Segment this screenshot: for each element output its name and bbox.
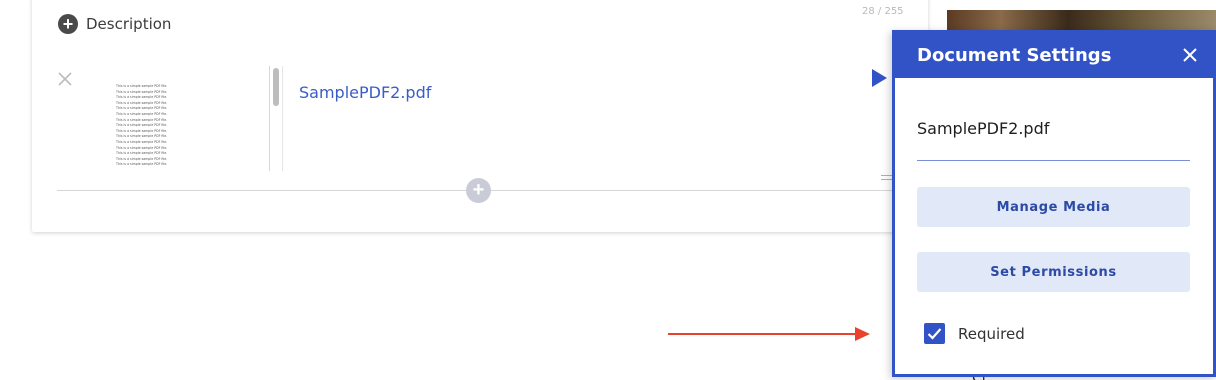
plus-circle-icon: + <box>58 14 78 34</box>
thumbnail-text-line: This is a simple sample PDF file. <box>116 128 168 133</box>
scrollbar-thumb[interactable] <box>273 68 279 106</box>
panel-divider <box>917 160 1190 161</box>
document-settings-panel: Document Settings SamplePDF2.pdf Manage … <box>892 30 1216 377</box>
thumbnail-text-line: This is a simple sample PDF file. <box>116 139 168 144</box>
thumbnail-text-line: This is a simple sample PDF file. <box>116 100 168 105</box>
required-label: Required <box>958 324 1025 343</box>
annotation-arrow-line <box>668 333 858 335</box>
annotation-arrow-head <box>855 327 870 341</box>
thumbnail-text-line: This is a simple sample PDF file. <box>116 111 168 116</box>
thumbnail-text-line: This is a simple sample PDF file. <box>116 151 168 156</box>
thumbnail-text-line: This is a simple sample PDF file. <box>116 123 168 128</box>
thumbnail-text-line: This is a simple sample PDF file. <box>116 84 168 88</box>
thumbnail-text-line: This is a simple sample PDF file. <box>116 106 168 111</box>
close-icon[interactable] <box>1182 47 1198 63</box>
required-checkbox[interactable] <box>924 323 945 344</box>
thumbnail-text-line: This is a simple sample PDF file. <box>116 162 168 167</box>
panel-title: Document Settings <box>917 45 1112 66</box>
thumbnail-text-line: This is a simple sample PDF file. <box>116 117 168 122</box>
document-link[interactable]: SamplePDF2.pdf <box>299 83 431 102</box>
set-permissions-button[interactable]: Set Permissions <box>917 252 1190 292</box>
add-description-button[interactable]: + Description <box>58 14 171 34</box>
manage-media-button[interactable]: Manage Media <box>917 187 1190 227</box>
thumbnail-text-line: This is a simple sample PDF file. <box>116 145 168 150</box>
thumbnail-text-line: This is a simple sample PDF file. <box>116 156 168 161</box>
play-icon[interactable] <box>872 69 887 87</box>
thumbnail-scrollbar[interactable] <box>269 66 283 171</box>
panel-header: Document Settings <box>895 33 1213 78</box>
add-circle-icon[interactable]: + <box>466 178 491 203</box>
document-name: SamplePDF2.pdf <box>917 119 1050 138</box>
required-toggle[interactable]: Required <box>924 323 1025 344</box>
thumbnail-text-line: This is a simple sample PDF file. <box>116 89 168 94</box>
checkmark-icon <box>927 328 942 340</box>
thumbnail-text-line: This is a simple sample PDF file. <box>116 95 168 100</box>
pdf-thumbnail[interactable]: This is a simple sample PDF file. This is… <box>116 84 168 171</box>
remove-document-icon[interactable] <box>57 71 73 87</box>
char-counter: 28 / 255 <box>862 6 904 17</box>
thumbnail-text-line: This is a simple sample PDF file. <box>116 134 168 139</box>
description-label: Description <box>86 15 172 33</box>
